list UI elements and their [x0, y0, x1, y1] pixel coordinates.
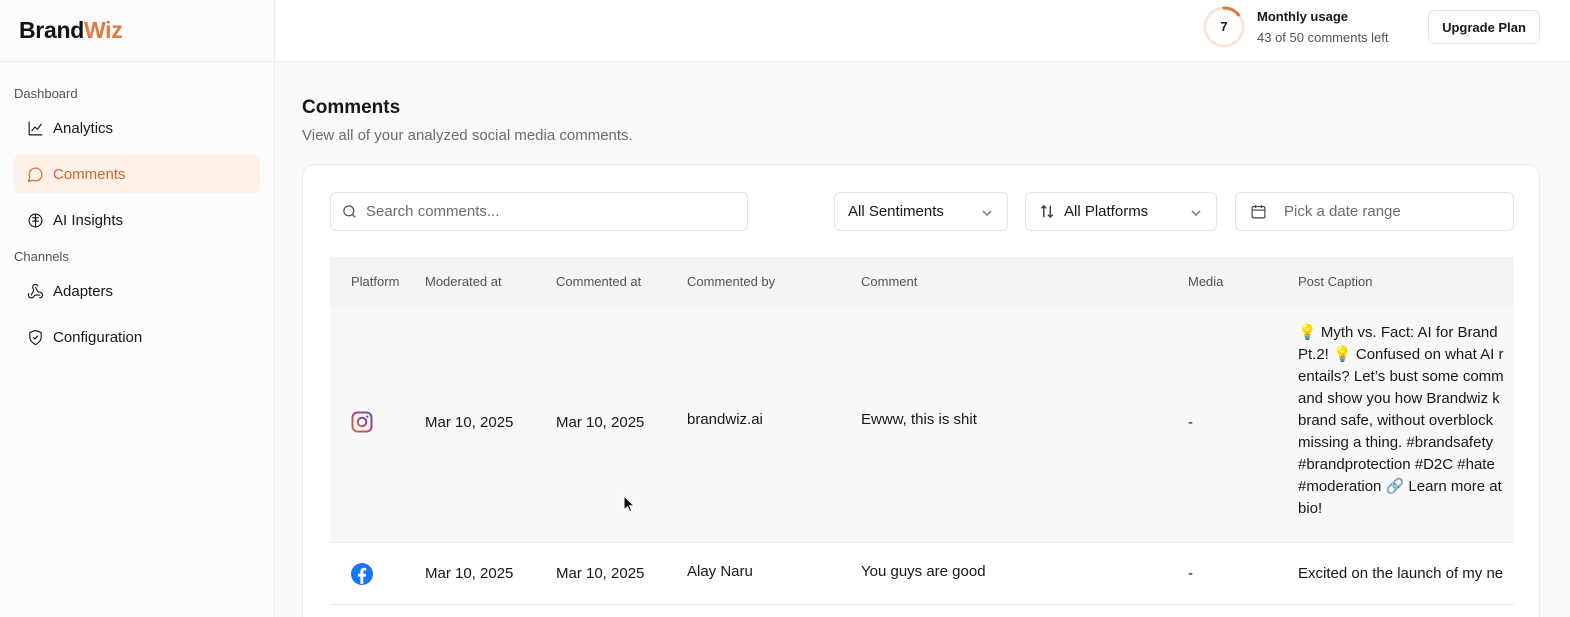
logo-brand-text: Brand	[19, 17, 84, 43]
sidebar-item-comments[interactable]: Comments	[14, 155, 260, 193]
sidebar-item-ai-insights[interactable]: AI Insights	[14, 201, 260, 239]
sidebar-item-analytics[interactable]: Analytics	[14, 109, 260, 147]
logo-area: BrandWiz	[0, 0, 274, 62]
media-value: -	[1188, 565, 1193, 582]
commented-by: brandwiz.ai	[687, 411, 763, 428]
mouse-cursor-icon	[623, 495, 635, 513]
facebook-icon	[351, 563, 373, 585]
date-range-picker[interactable]: Pick a date range	[1235, 192, 1514, 231]
comments-card: All Sentiments All Platforms Pick a date…	[302, 164, 1540, 617]
sidebar-item-label: Comments	[53, 165, 126, 183]
message-circle-icon	[26, 165, 44, 183]
table-row[interactable]: Mar 10, 2025 Mar 10, 2025 Alay Naru You …	[330, 543, 1514, 605]
commented-at: Mar 10, 2025	[556, 414, 645, 431]
webhook-icon	[26, 282, 44, 300]
comment-text: Ewww, this is shit	[861, 411, 977, 428]
search-box[interactable]	[330, 192, 748, 231]
calendar-icon	[1250, 203, 1268, 221]
usage-count: 7	[1220, 19, 1228, 34]
sidebar-item-label: Configuration	[53, 328, 143, 346]
upgrade-plan-button[interactable]: Upgrade Plan	[1428, 10, 1540, 44]
sidebar: BrandWiz Dashboard Analytics Comments AI…	[0, 0, 275, 617]
media-value: -	[1188, 414, 1193, 431]
sidebar-item-label: Analytics	[53, 119, 114, 137]
usage-title: Monthly usage	[1257, 9, 1349, 24]
sentiment-select[interactable]: All Sentiments	[834, 192, 1008, 231]
chevron-down-icon	[1190, 206, 1202, 218]
col-commented-by[interactable]: Commented by	[687, 257, 775, 307]
col-moderated-at[interactable]: Moderated at	[425, 257, 502, 307]
brain-icon	[26, 211, 44, 229]
comments-table: Platform Moderated at Commented at Comme…	[330, 257, 1514, 605]
sort-arrows-icon	[1040, 204, 1056, 220]
sidebar-item-label: AI Insights	[53, 211, 124, 229]
platform-select[interactable]: All Platforms	[1025, 192, 1217, 231]
top-bar: 7 Monthly usage 43 of 50 comments left U…	[276, 0, 1570, 62]
chevron-down-icon	[981, 206, 993, 218]
col-post-caption[interactable]: Post Caption	[1298, 257, 1372, 307]
table-row[interactable]: Mar 10, 2025 Mar 10, 2025 brandwiz.ai Ew…	[330, 307, 1514, 543]
date-range-placeholder: Pick a date range	[1284, 203, 1401, 220]
nav-group-dashboard: Dashboard	[14, 86, 78, 101]
logo-wiz-text: Wiz	[83, 17, 123, 43]
post-caption: 💡 Myth vs. Fact: AI for Brand Pt.2! 💡 Co…	[1298, 324, 1504, 517]
search-input[interactable]	[366, 203, 726, 220]
moderated-at: Mar 10, 2025	[425, 414, 514, 431]
search-icon	[343, 205, 356, 218]
col-media[interactable]: Media	[1188, 257, 1223, 307]
sidebar-item-adapters[interactable]: Adapters	[14, 272, 260, 310]
col-comment[interactable]: Comment	[861, 257, 917, 307]
sentiment-select-value: All Sentiments	[848, 203, 944, 220]
page-subtitle: View all of your analyzed social media c…	[302, 127, 633, 144]
monthly-usage: 7 Monthly usage 43 of 50 comments left	[1202, 5, 1389, 49]
brandwiz-logo[interactable]: BrandWiz	[19, 17, 123, 44]
commented-by: Alay Naru	[687, 563, 753, 580]
moderated-at: Mar 10, 2025	[425, 565, 514, 582]
sidebar-item-label: Adapters	[53, 282, 114, 300]
sidebar-nav: Dashboard Analytics Comments AI Insights…	[0, 83, 274, 356]
table-header: Platform Moderated at Commented at Comme…	[330, 257, 1514, 307]
comment-text: You guys are good	[861, 563, 986, 580]
instagram-icon	[351, 411, 373, 433]
usage-ring: 7	[1202, 5, 1246, 49]
page-title: Comments	[302, 97, 401, 118]
commented-at: Mar 10, 2025	[556, 565, 645, 582]
col-platform[interactable]: Platform	[351, 257, 399, 307]
platform-select-value: All Platforms	[1064, 203, 1149, 220]
sidebar-item-configuration[interactable]: Configuration	[14, 318, 260, 356]
col-commented-at[interactable]: Commented at	[556, 257, 641, 307]
shield-check-icon	[26, 328, 44, 346]
chart-line-icon	[26, 119, 44, 137]
nav-group-channels: Channels	[14, 249, 69, 264]
post-caption: Excited on the launch of my ne	[1298, 565, 1504, 582]
usage-subtitle: 43 of 50 comments left	[1257, 30, 1389, 45]
